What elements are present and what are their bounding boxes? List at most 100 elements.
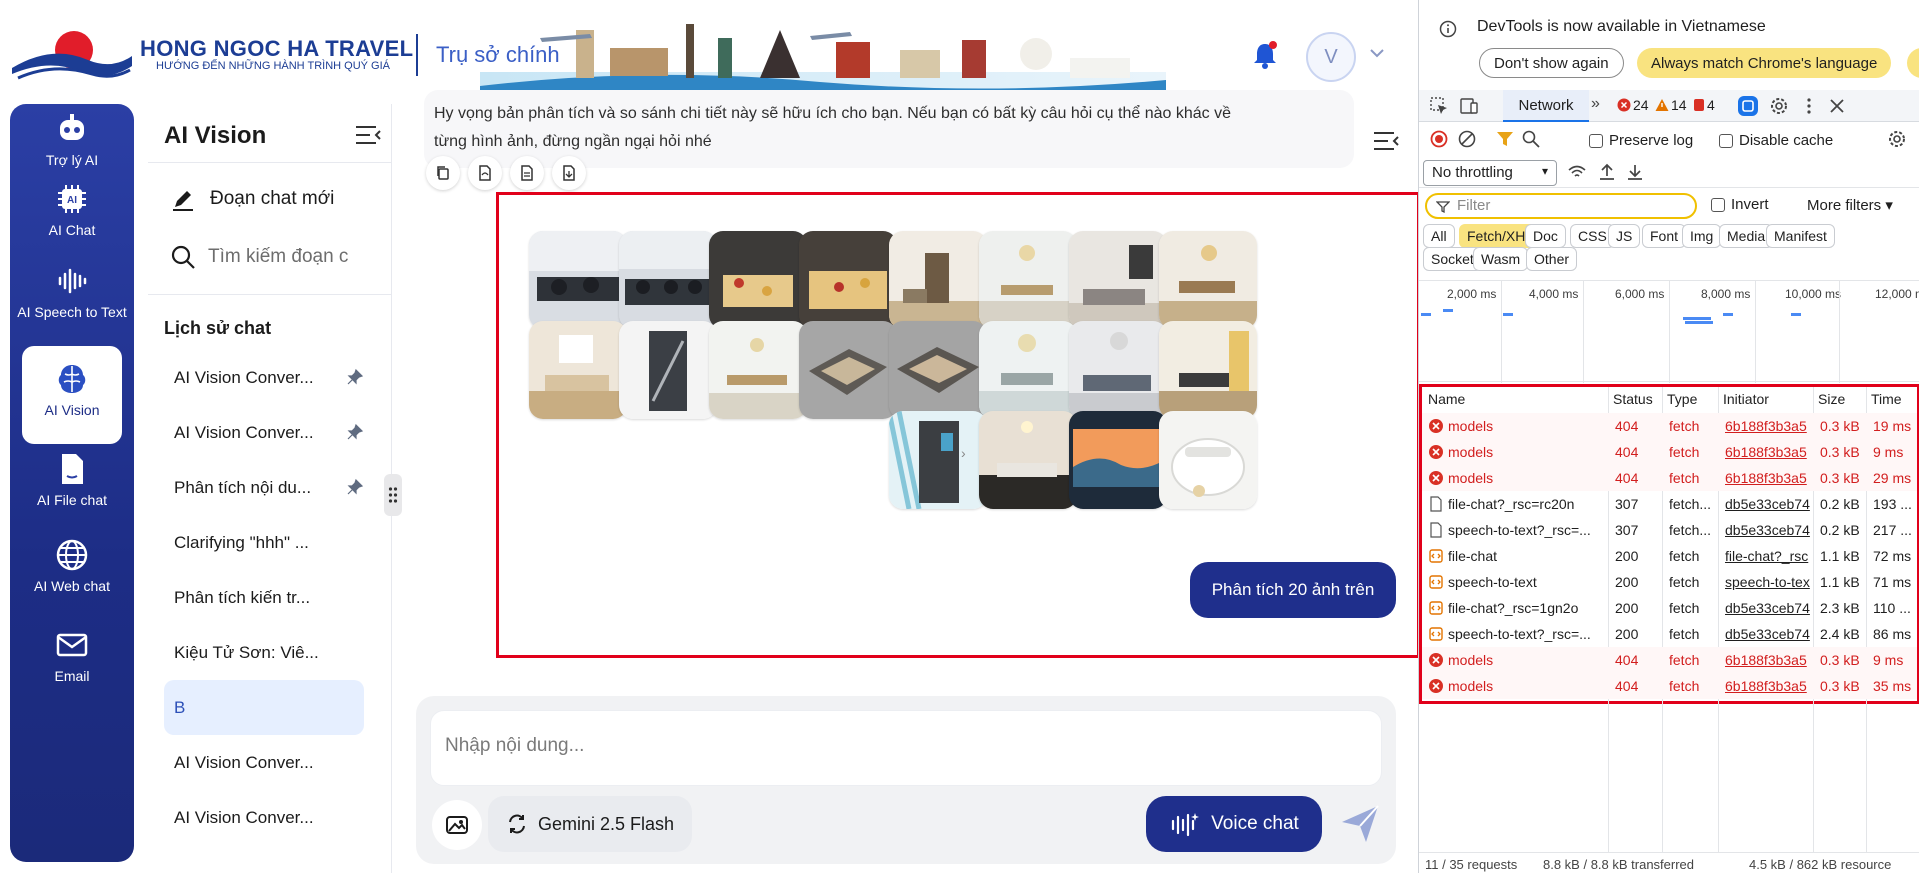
throttling-select[interactable]: No throttling ▾ — [1423, 160, 1557, 186]
device-toolbar-icon[interactable] — [1459, 96, 1479, 116]
error-count[interactable]: 24 — [1617, 97, 1649, 113]
upload-icon[interactable] — [1597, 162, 1617, 182]
filter-input[interactable]: Filter — [1425, 193, 1697, 219]
cell-initiator[interactable]: 6b188f3b3a5 — [1725, 470, 1813, 486]
pin-icon[interactable] — [346, 423, 364, 441]
checkbox[interactable] — [1711, 197, 1725, 212]
match-language-button[interactable]: Always match Chrome's language — [1637, 48, 1892, 78]
type-filter-chip[interactable]: Other — [1526, 247, 1578, 271]
image-thumbnail[interactable] — [1159, 321, 1257, 419]
checkbox[interactable] — [1719, 133, 1733, 148]
checkbox[interactable] — [1589, 133, 1603, 148]
bell-icon[interactable] — [1250, 40, 1280, 70]
message-input[interactable]: Nhập nội dung... — [430, 710, 1382, 786]
type-filter-chip[interactable]: Manifest — [1766, 224, 1835, 248]
request-row[interactable]: file-chat?_rsc=1gn2o 200 fetch db5e33ceb74 2… — [1422, 595, 1917, 621]
settings-icon[interactable] — [1769, 96, 1789, 116]
image-thumbnail[interactable] — [529, 321, 627, 419]
image-thumbnail[interactable] — [529, 231, 627, 329]
history-item[interactable]: Kiệu Tử Sơn: Viê... — [164, 625, 364, 680]
cell-initiator[interactable]: db5e33ceb74 — [1725, 496, 1813, 512]
clear-icon[interactable] — [1457, 129, 1477, 149]
image-thumbnail[interactable] — [889, 411, 987, 509]
cell-initiator[interactable]: 6b188f3b3a5 — [1725, 652, 1813, 668]
request-row[interactable]: models 404 fetch 6b188f3b3a5 0.3 kB 9 ms — [1422, 647, 1917, 673]
history-item[interactable]: B — [164, 680, 364, 735]
cell-initiator[interactable]: db5e33ceb74 — [1725, 600, 1813, 616]
scroll-right-icon[interactable]: › — [961, 445, 966, 461]
image-thumbnail[interactable] — [799, 231, 897, 329]
request-row[interactable]: models 404 fetch 6b188f3b3a5 0.3 kB 19 ms — [1422, 413, 1917, 439]
cell-initiator[interactable]: file-chat?_rsc — [1725, 548, 1813, 564]
export-doc-button[interactable] — [510, 156, 544, 190]
infobar-extra-button[interactable] — [1907, 48, 1919, 78]
preserve-log-checkbox[interactable]: Preserve log — [1589, 132, 1693, 149]
history-item[interactable]: AI Vision Conver... — [164, 790, 364, 845]
column-header-initiator[interactable]: Initiator — [1723, 391, 1769, 407]
request-row[interactable]: models 404 fetch 6b188f3b3a5 0.3 kB 9 ms — [1422, 439, 1917, 465]
export-pdf-button[interactable] — [468, 156, 502, 190]
pin-icon[interactable] — [346, 478, 364, 496]
column-header-time[interactable]: Time — [1871, 391, 1902, 407]
history-item[interactable]: Phân tích nội du... — [164, 460, 364, 515]
kebab-menu-icon[interactable] — [1799, 96, 1819, 116]
image-thumbnail[interactable] — [619, 321, 717, 419]
column-header-size[interactable]: Size — [1818, 391, 1845, 407]
wifi-settings-icon[interactable] — [1567, 162, 1587, 182]
type-filter-chip[interactable]: Img — [1682, 224, 1722, 248]
request-row[interactable]: file-chat?_rsc=rc20n 307 fetch... db5e33ceb… — [1422, 491, 1917, 517]
search-input[interactable]: Tìm kiếm đoạn c — [170, 244, 348, 270]
more-tabs-icon[interactable]: » — [1591, 95, 1600, 113]
voice-chat-button[interactable]: Voice chat — [1146, 796, 1322, 852]
new-chat-button[interactable]: Đoạn chat mới — [170, 186, 334, 212]
request-row[interactable]: models 404 fetch 6b188f3b3a5 0.3 kB 29 ms — [1422, 465, 1917, 491]
cell-initiator[interactable]: 6b188f3b3a5 — [1725, 444, 1813, 460]
image-thumbnail[interactable] — [1069, 411, 1167, 509]
more-filters-dropdown[interactable]: More filters ▾ — [1807, 196, 1893, 214]
resize-handle[interactable] — [384, 474, 402, 516]
column-header-status[interactable]: Status — [1613, 391, 1653, 407]
image-thumbnail[interactable] — [979, 231, 1077, 329]
search-icon[interactable] — [1521, 129, 1541, 149]
issue-count[interactable]: 4 — [1693, 97, 1715, 113]
send-icon[interactable] — [1338, 800, 1382, 846]
analyze-images-button[interactable]: Phân tích 20 ảnh trên — [1190, 562, 1396, 618]
rail-item-ai-web-chat[interactable]: AI Web chat — [10, 536, 134, 595]
type-filter-chip[interactable]: All — [1423, 224, 1455, 248]
image-thumbnail[interactable] — [799, 321, 897, 419]
request-row[interactable]: models 404 fetch 6b188f3b3a5 0.3 kB 35 ms — [1422, 673, 1917, 699]
history-item[interactable]: Clarifying "hhh" ... — [164, 515, 364, 570]
request-row[interactable]: speech-to-text?_rsc=... 200 fetch db5e33ceb… — [1422, 621, 1917, 647]
rail-item-ai-file-chat[interactable]: AI File chat — [10, 450, 134, 509]
disable-cache-checkbox[interactable]: Disable cache — [1719, 132, 1833, 149]
column-header-name[interactable]: Name — [1428, 391, 1465, 407]
download-button[interactable] — [552, 156, 586, 190]
chevron-down-icon[interactable] — [1368, 46, 1386, 60]
dont-show-again-button[interactable]: Don't show again — [1479, 48, 1624, 78]
cell-initiator[interactable]: 6b188f3b3a5 — [1725, 678, 1813, 694]
history-item[interactable]: AI Vision Conver... — [164, 350, 364, 405]
pin-icon[interactable] — [346, 368, 364, 386]
image-thumbnail[interactable] — [1069, 231, 1167, 329]
rail-item-ai-vision[interactable]: AI Vision — [22, 346, 122, 444]
type-filter-chip[interactable]: JS — [1608, 224, 1641, 248]
image-thumbnail[interactable] — [979, 411, 1077, 509]
type-filter-chip[interactable]: Wasm — [1473, 247, 1529, 271]
cell-initiator[interactable]: 6b188f3b3a5 — [1725, 418, 1813, 434]
invert-checkbox[interactable]: Invert — [1711, 196, 1769, 213]
type-filter-chip[interactable]: Font — [1642, 224, 1687, 248]
rail-item-tro-ly-ai[interactable]: Trợ lý AI — [10, 110, 134, 169]
close-icon[interactable] — [1827, 96, 1847, 116]
image-thumbnail[interactable] — [619, 231, 717, 329]
column-header-type[interactable]: Type — [1667, 391, 1697, 407]
cell-initiator[interactable]: speech-to-tex — [1725, 574, 1813, 590]
model-selector[interactable]: Gemini 2.5 Flash — [488, 796, 692, 852]
collapse-panel-icon[interactable] — [354, 124, 382, 146]
chat-menu-icon[interactable] — [1372, 130, 1400, 152]
type-filter-chip[interactable]: Doc — [1525, 224, 1566, 248]
request-row[interactable]: speech-to-text 200 fetch speech-to-tex 1.1 k… — [1422, 569, 1917, 595]
copy-button[interactable] — [426, 156, 460, 190]
history-item[interactable]: AI Vision Conver... — [164, 405, 364, 460]
avatar[interactable]: V — [1306, 32, 1356, 82]
rail-item-ai-speech[interactable]: AI Speech to Text — [10, 262, 134, 321]
